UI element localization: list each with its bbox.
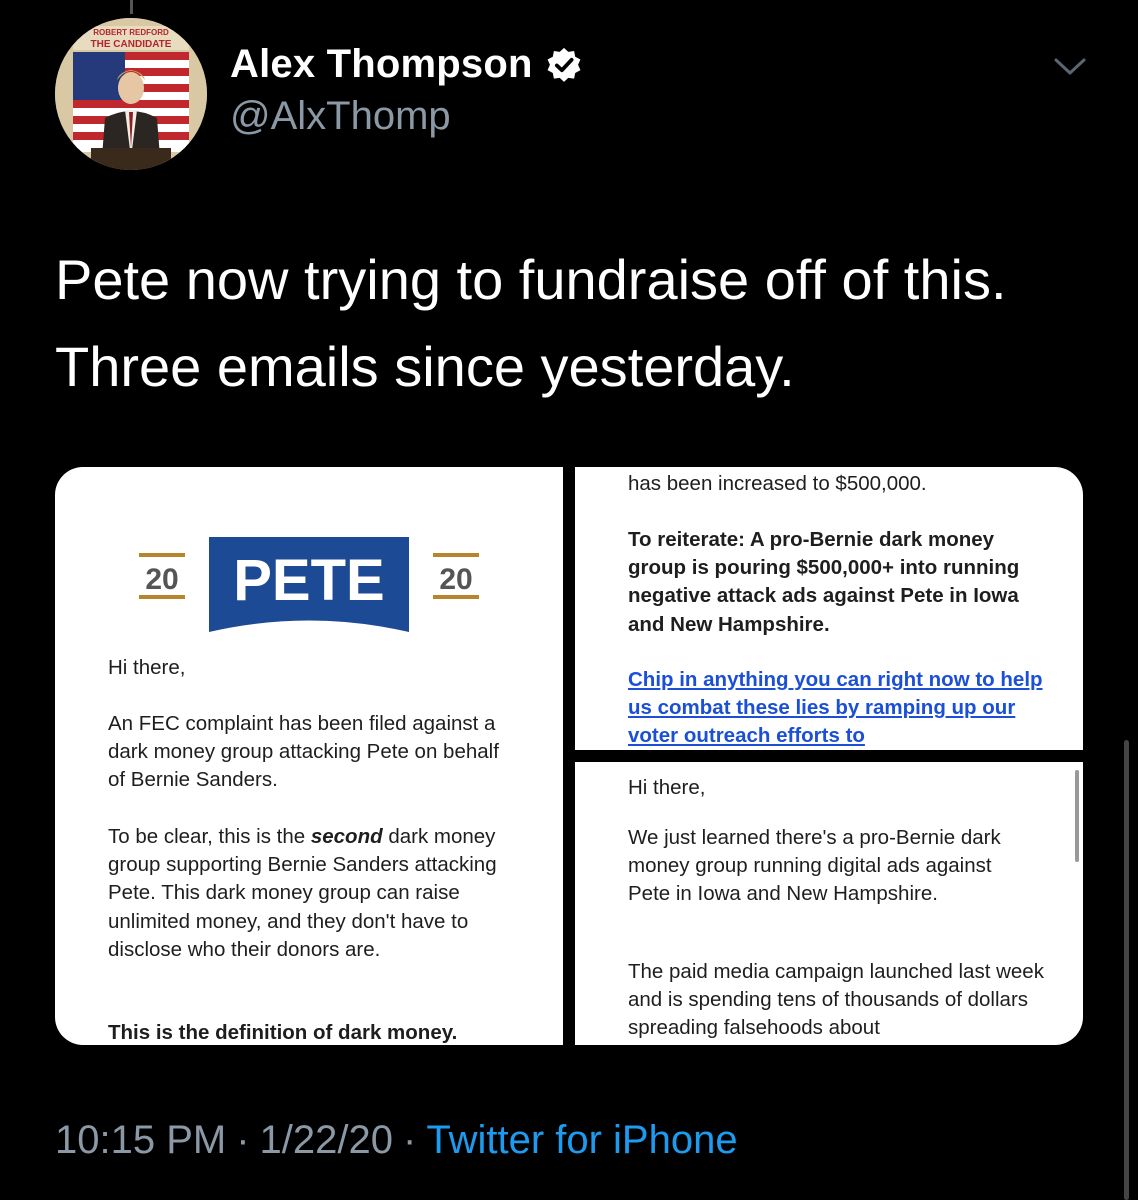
email1-paragraph-1: An FEC complaint has been filed against … (108, 712, 499, 792)
tweet-text: Pete now trying to fundraise off of this… (55, 248, 1007, 398)
page-scrollbar[interactable] (1124, 740, 1129, 1200)
svg-text:ROBERT REDFORD: ROBERT REDFORD (93, 28, 169, 37)
tweet-source-link[interactable]: Twitter for iPhone (426, 1118, 737, 1163)
email3-paragraph-2: The paid media campaign launched last we… (628, 960, 1044, 1040)
email-screenshot-3[interactable]: Hi there, We just learned there's a pro-… (575, 762, 1083, 1045)
email3-greeting: Hi there, (628, 776, 706, 799)
svg-text:PETE: PETE (233, 548, 385, 613)
email-screenshot-1[interactable]: 20 20 PETE Hi there, An FEC complaint ha… (55, 467, 563, 1045)
tweet-meta: 10:15 PM · 1/22/20 · Twitter for iPhone (55, 1118, 738, 1163)
email3-scrollbar[interactable] (1075, 770, 1079, 862)
chip-in-link[interactable]: Chip in anything you can right now to he… (628, 668, 1043, 747)
svg-text:20: 20 (145, 563, 178, 596)
svg-text:THE CANDIDATE: THE CANDIDATE (91, 39, 172, 50)
display-name[interactable]: Alex Thompson (230, 42, 533, 87)
verified-badge-icon (547, 47, 581, 82)
email2-top-line: has been increased to $500,000. (628, 472, 927, 495)
avatar[interactable]: ROBERT REDFORD THE CANDIDATE (55, 18, 207, 170)
email2-donate-link[interactable]: Chip in anything you can right now to he… (628, 666, 1048, 750)
email1-p2-emphasis: second (310, 825, 383, 848)
email1-paragraph-2: To be clear, this is the second dark mon… (108, 823, 513, 964)
email-screenshot-2[interactable]: has been increased to $500,000. To reite… (575, 467, 1083, 750)
email2-bold-paragraph: To reiterate: A pro-Bernie dark money gr… (628, 528, 1020, 636)
author-handle[interactable]: @AlxThomp (230, 94, 451, 139)
email1-paragraph-3: This is the definition of dark money. (108, 1021, 458, 1044)
pete-2020-logo: 20 20 PETE (139, 537, 479, 632)
chevron-down-icon[interactable] (1052, 52, 1088, 80)
author-name-row[interactable]: Alex Thompson (230, 42, 583, 87)
tweet-time[interactable]: 10:15 PM (55, 1118, 226, 1163)
meta-separator: · (236, 1118, 250, 1162)
email1-p2-start: To be clear, this is the (108, 825, 306, 848)
scroll-indicator (130, 0, 133, 14)
email1-greeting: Hi there, (108, 656, 186, 679)
campaign-poster-avatar-icon: ROBERT REDFORD THE CANDIDATE (55, 18, 207, 170)
tweet-date[interactable]: 1/22/20 (260, 1118, 393, 1163)
svg-text:20: 20 (439, 563, 472, 596)
meta-separator: · (403, 1118, 417, 1162)
email3-paragraph-1: We just learned there's a pro-Bernie dar… (628, 826, 1001, 906)
tweet-media[interactable]: 20 20 PETE Hi there, An FEC complaint ha… (55, 467, 1083, 1045)
